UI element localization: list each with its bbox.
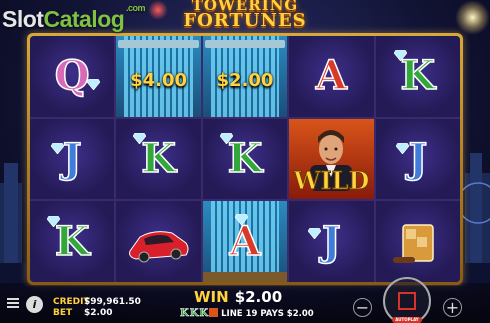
cell-r3-c5: [375, 201, 460, 282]
cash-value-reel3: $2.00: [216, 70, 274, 91]
whiskey-glass-icon: [392, 223, 434, 263]
wild-label: WILD: [293, 166, 370, 196]
menu-button[interactable]: [6, 296, 20, 310]
symbol-a: A: [229, 213, 261, 262]
symbol-letter: J: [321, 217, 341, 265]
line-pay-info: KKK LINE 19 PAYS $2.00: [180, 308, 314, 320]
diamond-icon: [396, 142, 410, 154]
credit-label: CREDIT: [53, 297, 90, 307]
cell-r1-c5: K: [375, 36, 460, 117]
cell-r2-c3: K: [202, 118, 288, 200]
tower-roof: [204, 40, 286, 48]
cell-r1-c1: Q: [30, 36, 115, 117]
bet-label: BET: [53, 308, 73, 318]
autoplay-button[interactable]: AUTOPLAY: [392, 317, 422, 323]
win-display: WIN $2.00: [194, 288, 282, 306]
win-label: WIN: [194, 288, 229, 306]
symbol-k: K: [46, 215, 90, 262]
game-scene: SlotCatalog .com TOWERING FORTUNES Q $4.…: [0, 0, 490, 323]
cell-r1-c2: $4.00: [116, 36, 201, 117]
line-pay-text: LINE 19 PAYS $2.00: [221, 309, 314, 319]
cell-r2-c1: J: [30, 118, 115, 200]
symbol-j: J: [307, 220, 342, 262]
slotcatalog-watermark: SlotCatalog .com: [2, 3, 146, 33]
mini-symbol-k: K: [199, 308, 209, 320]
symbol-k: K: [133, 132, 177, 179]
increase-bet-button[interactable]: +: [443, 298, 462, 317]
symbol-letter: A: [229, 217, 262, 265]
symbol-letter: Q: [54, 52, 90, 100]
stop-square-icon: [398, 292, 416, 310]
firework-right: [455, 0, 490, 35]
symbol-a: A: [315, 55, 348, 97]
tower-roof: [118, 40, 199, 48]
bet-meter: BET $2.00: [53, 308, 112, 319]
diamond-icon: [219, 132, 233, 144]
decrease-bet-button[interactable]: −: [353, 298, 372, 317]
cell-r3-c4: J: [289, 201, 374, 282]
symbol-k: K: [219, 132, 263, 179]
bet-value: $2.00: [84, 308, 113, 318]
cell-r3-c3: A: [202, 201, 288, 282]
cell-r1-c4: A: [289, 36, 374, 117]
symbol-letter: K: [54, 217, 90, 265]
cell-r3-c2: [116, 201, 201, 282]
diamond-icon: [307, 227, 321, 239]
tower-base: [202, 271, 288, 282]
mini-symbol-k: K: [189, 308, 199, 320]
watermark-com: .com: [126, 3, 146, 13]
menu-line: [7, 302, 19, 304]
symbol-j: J: [50, 138, 82, 179]
mini-symbol-k: K: [180, 308, 189, 320]
cell-r1-c3: $2.00: [202, 36, 288, 117]
symbol-q: Q: [54, 55, 100, 97]
symbol-letter: J: [408, 134, 428, 182]
symbol-letter: K: [140, 134, 176, 182]
info-button[interactable]: i: [26, 296, 43, 313]
symbol-letter: A: [315, 52, 348, 100]
cash-value-reel2: $4.00: [130, 70, 188, 91]
menu-line: [7, 306, 19, 308]
credit-meter: CREDIT$99,961.50: [53, 297, 141, 308]
symbol-letter: J: [62, 134, 82, 182]
mini-wild-icon: [209, 308, 219, 317]
reel-frame: Q $4.00 $2.00 A K J K K WILD J K A J: [27, 33, 463, 285]
win-value: $2.00: [234, 288, 283, 306]
cell-r2-c4: WILD: [289, 118, 374, 200]
cell-r2-c5: J: [375, 118, 460, 200]
cell-r2-c2: K: [116, 118, 201, 200]
menu-line: [7, 298, 19, 300]
diamond-icon: [86, 79, 100, 91]
diamond-icon: [46, 215, 60, 227]
game-logo-line2: FORTUNES: [183, 10, 307, 31]
symbol-j: J: [396, 138, 428, 179]
cell-r3-c1: K: [30, 201, 115, 282]
diamond-icon: [133, 132, 147, 144]
watermark-slot: Slot: [2, 6, 44, 32]
symbol-letter: K: [227, 134, 263, 182]
watermark-catalog: Catalog: [43, 6, 125, 32]
sports-car-icon: [128, 230, 189, 263]
diamond-icon: [50, 142, 64, 154]
credit-value: $99,961.50: [84, 297, 141, 307]
diamond-icon: [235, 213, 249, 225]
reel-grid: Q $4.00 $2.00 A K J K K WILD J K A J: [30, 36, 460, 282]
symbol-k: K: [394, 50, 436, 97]
game-logo: TOWERING FORTUNES: [150, 0, 340, 31]
diamond-icon: [394, 50, 408, 62]
